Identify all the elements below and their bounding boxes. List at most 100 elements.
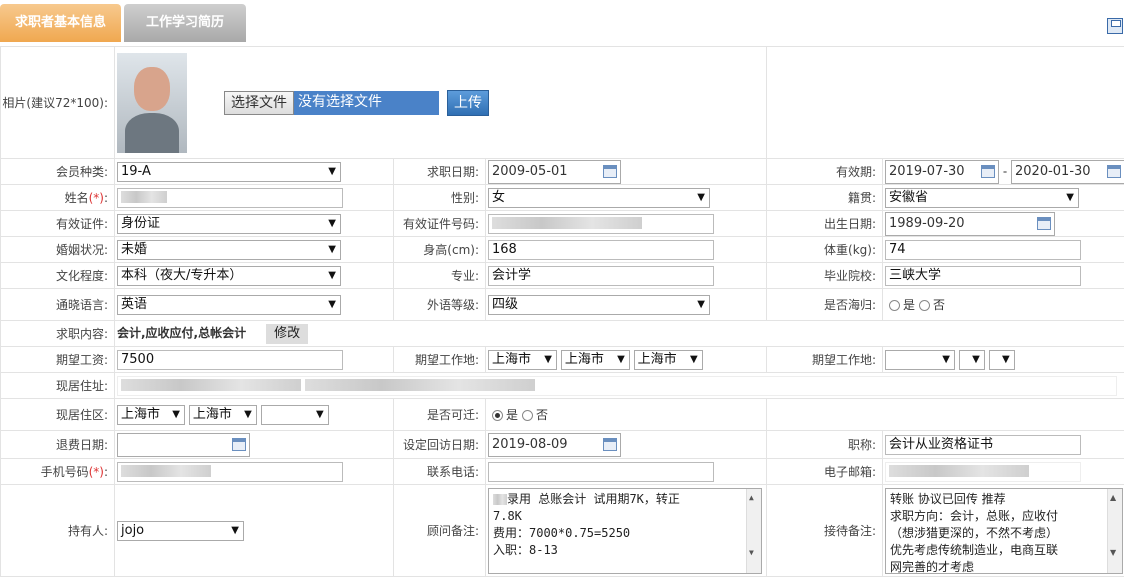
save-icon[interactable] [1107, 18, 1123, 34]
relocate-no-radio[interactable] [522, 410, 534, 421]
phone-label: 联系电话: [393, 458, 486, 485]
work-place-label-1: 期望工作地: [393, 346, 486, 373]
calendar-icon[interactable] [603, 437, 617, 451]
work-place2-district-select[interactable]: ▼ [988, 349, 1015, 370]
colon: : [103, 191, 108, 205]
required-mark: (*) [88, 465, 104, 479]
valid-from-value: 2019-07-30 [889, 163, 965, 179]
refund-date-input[interactable] [117, 432, 250, 457]
holder-select[interactable]: jojo ▼ [117, 520, 244, 541]
work-place-province-select[interactable]: 上海市 ▼ [488, 349, 557, 370]
address-label: 现居住址: [0, 372, 115, 399]
district-province-select[interactable]: 上海市 ▼ [117, 404, 185, 425]
native-place-select[interactable]: 安徽省 ▼ [885, 187, 1079, 208]
job-content-label: 求职内容: [0, 320, 115, 347]
valid-from-input[interactable]: 2019-07-30 [885, 159, 999, 184]
consultant-note-textarea[interactable]: 录用 总账会计 试用期7K，转正 7.8K 费用：7000*0.75=5250 … [488, 487, 762, 574]
tab-basic-info[interactable]: 求职者基本信息 [0, 4, 121, 42]
revisit-date-input[interactable]: 2019-08-09 [488, 432, 621, 457]
height-label: 身高(cm): [393, 236, 486, 263]
calendar-icon[interactable] [1037, 216, 1051, 230]
gender-label: 性别: [393, 184, 486, 211]
reception-note-line: 网完善的才考虑 [890, 559, 975, 574]
select-value: 上海市 [192, 406, 232, 422]
upload-button[interactable]: 上传 [447, 89, 489, 116]
job-date-input[interactable]: 2009-05-01 [488, 159, 621, 184]
applicant-photo [117, 52, 187, 153]
school-input[interactable]: 三峡大学 [885, 265, 1081, 286]
job-date-value: 2009-05-01 [492, 163, 568, 179]
consultant-note-line: 入职：8-13 [493, 542, 558, 557]
consultant-note-line: 费用：7000*0.75=5250 [493, 525, 631, 540]
work-place-city-select[interactable]: 上海市 ▼ [560, 349, 630, 370]
scrollbar[interactable] [746, 488, 761, 573]
reception-note-line: 优先考虑传统制造业，电商互联 [890, 542, 1059, 557]
work-place-district-select[interactable]: 上海市 ▼ [633, 349, 703, 370]
marital-label: 婚姻状况: [0, 236, 115, 263]
id-number-input[interactable] [488, 213, 714, 234]
address-input[interactable] [117, 375, 1117, 396]
modify-button[interactable]: 修改 [266, 323, 309, 344]
major-input[interactable]: 会计学 [488, 265, 714, 286]
salary-label: 期望工资: [0, 346, 115, 373]
gender-select[interactable]: 女 ▼ [488, 187, 710, 208]
email-input[interactable] [885, 461, 1081, 482]
title-label: 职称: [766, 430, 883, 459]
mobile-label: 手机号码 [40, 465, 89, 479]
calendar-icon[interactable] [1107, 164, 1121, 178]
select-value: 上海市 [492, 351, 532, 367]
calendar-icon[interactable] [232, 437, 246, 451]
birth-date-input[interactable]: 1989-09-20 [885, 211, 1055, 236]
native-place-value: 安徽省 [889, 189, 929, 205]
title-input[interactable]: 会计从业资格证书 [885, 434, 1081, 455]
mobile-input[interactable] [117, 461, 343, 482]
photo-label: 相片(建议72*100): [0, 46, 115, 159]
marital-select[interactable]: 未婚 ▼ [117, 239, 341, 260]
work-place2-city-select[interactable]: ▼ [958, 349, 985, 370]
id-type-select[interactable]: 身份证 ▼ [117, 213, 341, 234]
overseas-yes-radio[interactable] [889, 300, 900, 311]
major-label: 专业: [393, 262, 486, 289]
overseas-no-radio[interactable] [919, 300, 931, 311]
overseas-yes-label: 是 [903, 298, 916, 312]
height-input[interactable]: 168 [488, 239, 714, 260]
range-dash: - [1002, 164, 1008, 178]
revisit-date-value: 2019-08-09 [492, 436, 568, 452]
revisit-date-label: 设定回访日期: [393, 430, 486, 459]
reception-note-textarea[interactable]: 转账 协议已回传 推荐 求职方向：会计，总账，应收付 （想涉猎更深的，不然不考虑… [885, 487, 1123, 574]
id-type-value: 身份证 [121, 215, 161, 231]
name-label: 姓名 [64, 191, 89, 205]
valid-period-label: 有效期: [766, 158, 883, 185]
choose-file-button[interactable]: 选择文件 [224, 90, 294, 115]
district-city-select[interactable]: 上海市 ▼ [188, 404, 257, 425]
phone-input[interactable] [488, 461, 714, 482]
refund-date-label: 退费日期: [0, 430, 115, 459]
reception-note-line: 转账 协议已回传 推荐 [890, 491, 1006, 506]
salary-input[interactable]: 7500 [117, 349, 343, 370]
gender-value: 女 [492, 189, 506, 205]
name-input[interactable] [117, 187, 343, 208]
native-place-label: 籍贯: [766, 184, 883, 211]
weight-value: 74 [889, 241, 906, 257]
salary-value: 7500 [121, 351, 155, 367]
tab-work-study-resume[interactable]: 工作学习简历 [124, 4, 246, 42]
scrollbar[interactable] [1107, 488, 1122, 573]
education-select[interactable]: 本科（夜大/专升本） ▼ [117, 265, 341, 286]
member-type-select[interactable]: 19-A ▼ [117, 161, 341, 182]
language-level-select[interactable]: 四级 ▼ [488, 294, 710, 315]
birth-date-value: 1989-09-20 [889, 215, 965, 231]
language-select[interactable]: 英语 ▼ [117, 294, 341, 315]
relocate-yes-radio[interactable] [492, 410, 503, 421]
calendar-icon[interactable] [603, 164, 617, 178]
district-area-select[interactable]: ▼ [260, 404, 329, 425]
reception-note-line: 求职方向：会计，总账，应收付 [890, 508, 1059, 523]
education-value: 本科（夜大/专升本） [121, 267, 243, 283]
work-place2-province-select[interactable]: ▼ [885, 349, 955, 370]
weight-input[interactable]: 74 [885, 239, 1081, 260]
school-label: 毕业院校: [766, 262, 883, 289]
valid-to-input[interactable]: 2020-01-30 [1011, 159, 1124, 184]
id-type-label: 有效证件: [0, 210, 115, 237]
title-value: 会计从业资格证书 [889, 436, 994, 452]
calendar-icon[interactable] [981, 164, 995, 178]
weight-label: 体重(kg): [766, 236, 883, 263]
